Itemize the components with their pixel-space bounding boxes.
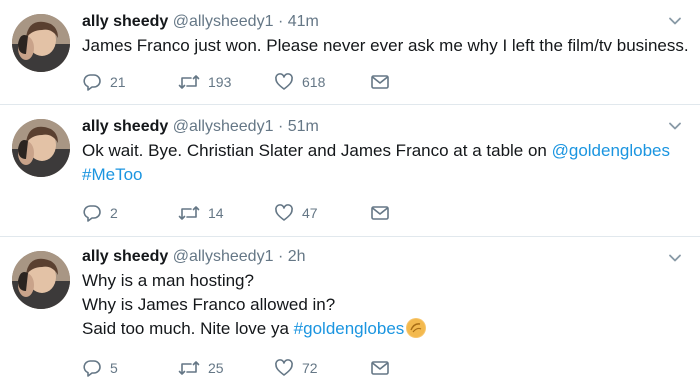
chevron-down-icon[interactable] <box>668 251 682 265</box>
username[interactable]: @allysheedy1 <box>173 118 274 135</box>
timestamp[interactable]: 51m <box>288 118 319 135</box>
tweet[interactable]: ally sheedy @allysheedy1 · 41m James Fra… <box>0 0 700 104</box>
avatar-photo <box>12 14 70 72</box>
retweet-icon <box>178 361 200 375</box>
tweet-text-segment: Said too much. Nite love ya <box>82 319 294 338</box>
like-button[interactable]: 72 <box>274 358 370 378</box>
retweet-count: 193 <box>208 74 232 90</box>
avatar[interactable] <box>12 251 70 309</box>
like-button[interactable]: 47 <box>274 203 370 223</box>
direct-message-button[interactable] <box>370 358 466 378</box>
tweet-text: Why is a man hosting? Why is James Franc… <box>82 269 660 341</box>
separator-dot: · <box>277 118 284 135</box>
tweet-header: ally sheedy @allysheedy1 · 51m <box>82 117 660 137</box>
display-name[interactable]: ally sheedy <box>82 118 168 135</box>
retweet-button[interactable]: 14 <box>178 203 274 223</box>
tweet-line: Why is James Franco allowed in? <box>82 293 660 317</box>
tweet-line: Said too much. Nite love ya #goldenglobe… <box>82 317 660 341</box>
retweet-count: 14 <box>208 205 224 221</box>
reply-button[interactable]: 5 <box>82 358 178 378</box>
envelope-icon <box>371 75 389 89</box>
reply-button[interactable]: 21 <box>82 72 178 92</box>
reply-icon <box>83 360 101 377</box>
display-name[interactable]: ally sheedy <box>82 13 168 30</box>
tweet-text-segment: Why is a man hosting? <box>82 271 254 290</box>
golden-globe-emoji-icon <box>406 318 427 338</box>
tweet-line: Why is a man hosting? <box>82 269 660 293</box>
tweet-header: ally sheedy @allysheedy1 · 41m <box>82 12 660 32</box>
heart-icon <box>275 359 293 376</box>
tweet-actions: 5 25 72 <box>82 358 466 378</box>
reply-icon <box>83 205 101 222</box>
tweet[interactable]: ally sheedy @allysheedy1 · 51m Ok wait. … <box>0 105 700 236</box>
chevron-down-icon[interactable] <box>668 14 682 28</box>
tweet-line: James Franco just won. Please never ever… <box>82 34 689 58</box>
tweet-text-segment: James Franco just won. Please never ever… <box>82 36 689 55</box>
tweet-line: #MeToo <box>82 163 660 187</box>
avatar[interactable] <box>12 14 70 72</box>
reply-button[interactable]: 2 <box>82 203 178 223</box>
like-count: 72 <box>302 360 318 376</box>
username[interactable]: @allysheedy1 <box>173 13 274 30</box>
retweet-button[interactable]: 193 <box>178 72 274 92</box>
timestamp[interactable]: 2h <box>288 248 306 265</box>
like-button[interactable]: 618 <box>274 72 370 92</box>
retweet-button[interactable]: 25 <box>178 358 274 378</box>
direct-message-button[interactable] <box>370 72 466 92</box>
like-count: 47 <box>302 205 318 221</box>
tweet-text-segment: Why is James Franco allowed in? <box>82 295 336 314</box>
timeline: ally sheedy @allysheedy1 · 41m James Fra… <box>0 0 700 383</box>
tweet-actions: 21 193 618 <box>82 72 466 92</box>
direct-message-button[interactable] <box>370 203 466 223</box>
heart-icon <box>275 204 293 221</box>
retweet-icon <box>178 206 200 220</box>
tweet-text-segment: Ok wait. Bye. Christian Slater and James… <box>82 141 552 160</box>
tweet-line: Ok wait. Bye. Christian Slater and James… <box>82 139 670 163</box>
tweet[interactable]: ally sheedy @allysheedy1 · 2h Why is a m… <box>0 237 700 383</box>
heart-icon <box>275 73 293 90</box>
tweet-header: ally sheedy @allysheedy1 · 2h <box>82 247 660 267</box>
reply-icon <box>83 74 101 91</box>
envelope-icon <box>371 206 389 220</box>
tweet-actions: 2 14 47 <box>82 203 466 223</box>
chevron-down-icon[interactable] <box>668 119 682 133</box>
reply-count: 21 <box>110 74 126 90</box>
mention-link[interactable]: @goldenglobes <box>552 141 670 160</box>
avatar-photo <box>12 119 70 177</box>
reply-count: 2 <box>110 205 118 221</box>
avatar[interactable] <box>12 119 70 177</box>
retweet-icon <box>178 75 200 89</box>
separator-dot: · <box>277 248 284 265</box>
envelope-icon <box>371 361 389 375</box>
retweet-count: 25 <box>208 360 224 376</box>
username[interactable]: @allysheedy1 <box>173 248 274 265</box>
reply-count: 5 <box>110 360 118 376</box>
avatar-photo <box>12 251 70 309</box>
like-count: 618 <box>302 74 326 90</box>
timestamp[interactable]: 41m <box>288 13 319 30</box>
tweet-text: Ok wait. Bye. Christian Slater and James… <box>82 139 670 187</box>
hashtag-link[interactable]: #goldenglobes <box>294 319 405 338</box>
separator-dot: · <box>277 13 284 30</box>
tweet-text: James Franco just won. Please never ever… <box>82 34 689 58</box>
display-name[interactable]: ally sheedy <box>82 248 168 265</box>
hashtag-link[interactable]: #MeToo <box>82 165 142 184</box>
